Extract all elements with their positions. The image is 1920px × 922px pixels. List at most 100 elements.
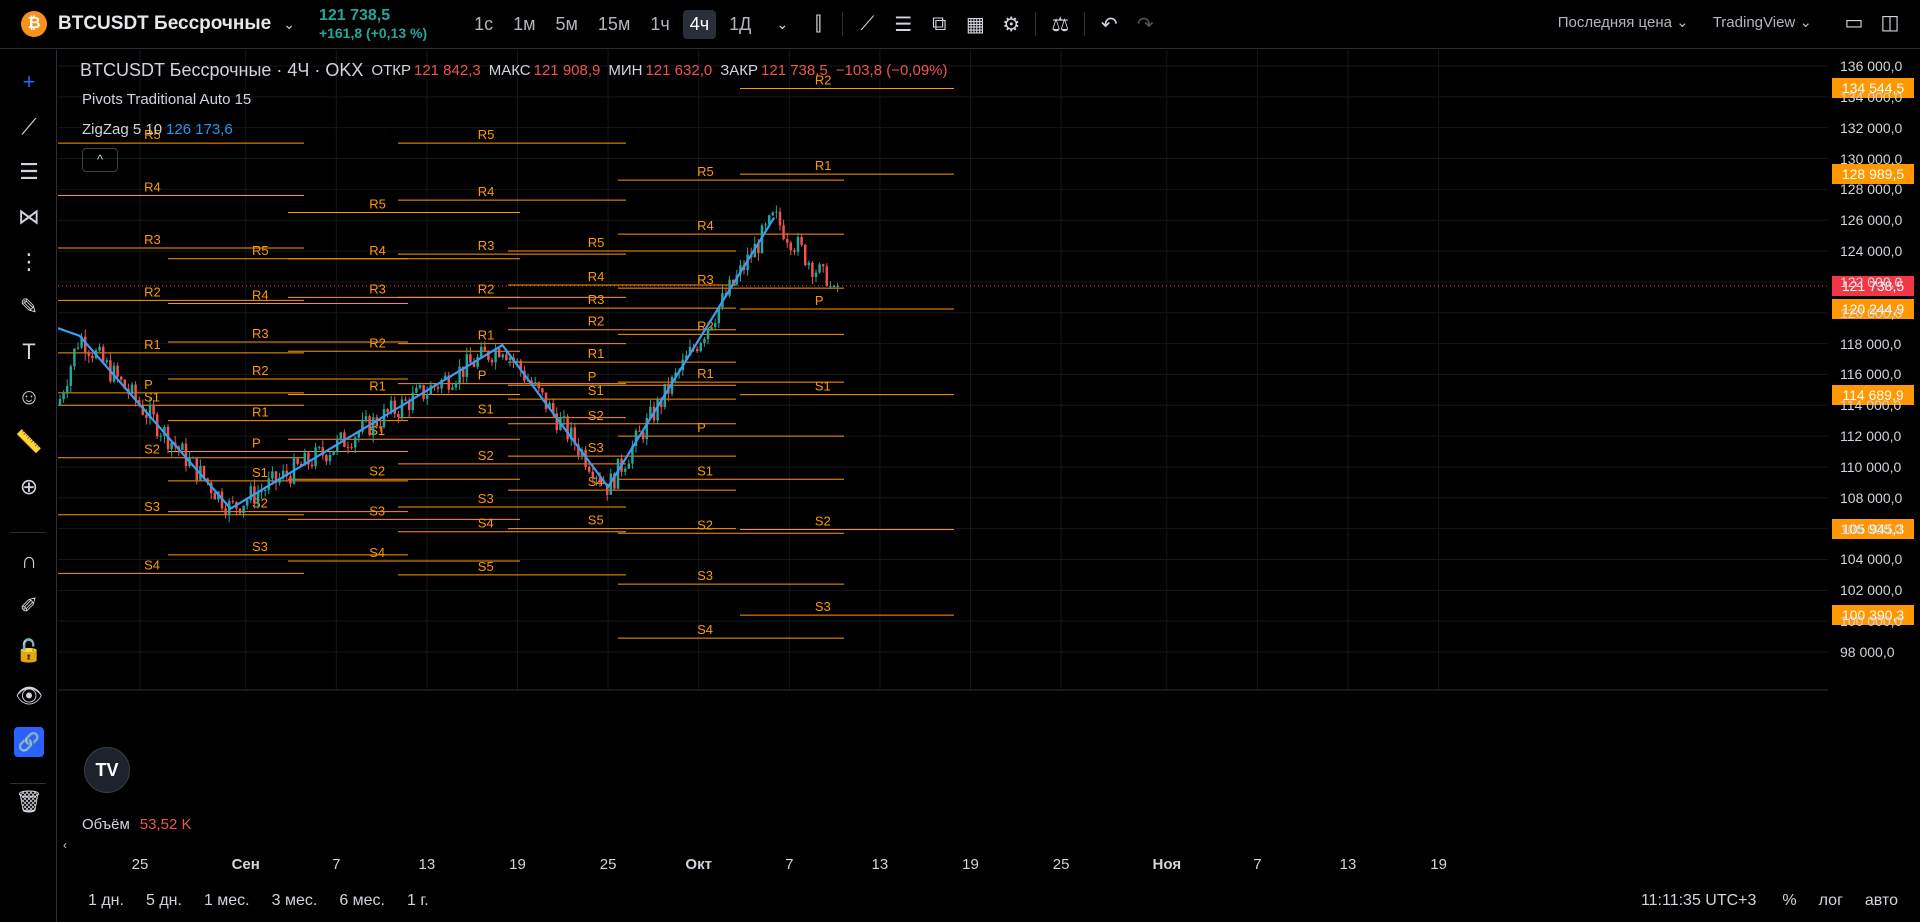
chevron-down-icon[interactable]: ⌄ — [283, 16, 295, 33]
price-axis-tick: 116 000,0 — [1840, 366, 1902, 383]
clock[interactable]: 11:11:35 UTC+3 — [1641, 892, 1756, 910]
trendline-icon[interactable]: ⟋ — [14, 112, 44, 142]
timeframe-1d[interactable]: 1Д — [722, 10, 758, 39]
timeframe-1m[interactable]: 1м — [506, 10, 542, 39]
lock-icon[interactable]: 🔓 — [14, 636, 44, 666]
brush-icon[interactable]: ✎ — [14, 292, 44, 322]
price-type-dropdown[interactable]: Последняя цена ⌄ — [1558, 13, 1689, 31]
fib-icon[interactable]: ☰ — [14, 157, 44, 187]
timeframe-1s[interactable]: 1с — [467, 10, 500, 39]
link-icon[interactable]: 🔗 — [14, 727, 44, 757]
pivot-label-r3: R3 — [697, 272, 714, 287]
price-axis-tick: 100 000,0 — [1840, 613, 1903, 630]
candle-body — [479, 346, 483, 357]
pivot-label-r3: R3 — [369, 281, 386, 296]
pivot-label-s3: S3 — [588, 440, 604, 455]
time-axis-tick: 7 — [332, 856, 341, 873]
eye-icon[interactable]: 👁 — [14, 681, 44, 711]
top-right-controls: Последняя цена ⌄ TradingView ⌄ ▭ ◫ — [1558, 0, 1920, 44]
projection-icon[interactable]: ⋮ — [14, 247, 44, 277]
price-block: 121 738,5 +161,8 (+0,13 %) — [319, 7, 427, 41]
candle-body — [821, 264, 825, 267]
timeframe-4h[interactable]: 4ч — [682, 9, 717, 39]
symbol-name[interactable]: BTCUSDT Бессрочные — [58, 13, 271, 35]
price-axis-tick: 114 000,0 — [1840, 397, 1902, 414]
pivot-label-r2: R2 — [588, 314, 605, 329]
list-icon[interactable]: ☰ — [885, 12, 921, 37]
redo-icon[interactable]: ↷ — [1127, 12, 1163, 37]
candle-body — [595, 477, 598, 479]
crosshair-icon[interactable]: + — [14, 67, 44, 97]
tradingview-logo[interactable]: TV — [84, 747, 130, 793]
pivots-indicator[interactable]: Pivots Traditional Auto 15 — [82, 91, 251, 108]
pivot-label-s2: S2 — [478, 448, 494, 463]
candle-body — [242, 505, 245, 514]
pivot-label-r5: R5 — [478, 127, 495, 142]
legend-symbol[interactable]: BTCUSDT Бессрочные · 4Ч · OKX — [80, 60, 363, 81]
legend-close: 121 738,5 — [761, 62, 828, 79]
pivot-label-r5: R5 — [697, 164, 714, 179]
fullscreen-icon[interactable]: ▭ — [1836, 10, 1872, 35]
range-6m[interactable]: 6 мес. — [339, 892, 385, 910]
legend-open: 121 842,3 — [413, 62, 481, 79]
pivot-label-p: P — [815, 293, 824, 308]
timeframe-5m[interactable]: 5м — [549, 10, 585, 39]
candle-body — [623, 468, 627, 472]
timeframe-selector: 1с 1м 5м 15м 1ч 4ч 1Д ⌄ — [467, 9, 800, 39]
price-type-label: Последняя цена — [1557, 14, 1672, 31]
candle-body — [537, 382, 541, 389]
range-1y[interactable]: 1 г. — [407, 892, 429, 910]
range-1m[interactable]: 1 мес. — [204, 892, 250, 910]
lock-drawing-icon[interactable]: ✐ — [14, 591, 44, 621]
range-1d[interactable]: 1 дн. — [88, 892, 124, 910]
candle-body — [796, 236, 800, 252]
log-toggle[interactable]: лог — [1819, 892, 1843, 910]
timeframe-1h[interactable]: 1ч — [643, 10, 676, 39]
collapse-legend-button[interactable]: ^ — [82, 148, 118, 172]
candles-icon[interactable]: ⫿ — [800, 13, 836, 36]
pivot-label-s1: S1 — [144, 389, 160, 404]
gear-icon[interactable]: ⚙ — [993, 12, 1029, 37]
candle-body — [818, 264, 821, 273]
calendar-icon[interactable]: ▦ — [957, 12, 993, 37]
undo-icon[interactable]: ↶ — [1091, 12, 1127, 37]
ruler-icon[interactable]: 📏 — [14, 427, 44, 457]
indicators-icon[interactable]: ⟋ — [849, 13, 885, 36]
candle-body — [371, 417, 375, 436]
scale-icon[interactable]: ⚖ — [1042, 12, 1078, 37]
magnet-icon[interactable]: ∩ — [14, 546, 44, 576]
pivot-label-r4: R4 — [252, 287, 269, 302]
pivot-label-s3: S3 — [369, 503, 385, 518]
candle-body — [825, 266, 829, 286]
strategy-icon[interactable]: ⧉ — [921, 13, 957, 36]
candle-body — [436, 386, 440, 389]
source-dropdown[interactable]: TradingView ⌄ — [1713, 13, 1812, 31]
candle-body — [310, 464, 314, 467]
candle-body — [418, 385, 422, 388]
time-axis-tick: 13 — [418, 856, 436, 873]
auto-toggle[interactable]: авто — [1865, 892, 1898, 910]
candle-body — [404, 399, 407, 401]
zoom-icon[interactable]: ⊕ — [14, 472, 44, 502]
timeframe-15m[interactable]: 15м — [591, 10, 637, 39]
zigzag-indicator[interactable]: ZigZag 5 10 126 173,6 — [82, 121, 233, 138]
candle-body — [533, 382, 537, 385]
divider — [842, 12, 844, 36]
trash-icon[interactable]: 🗑 — [14, 787, 44, 817]
screenshot-icon[interactable]: ◫ — [1872, 10, 1908, 35]
pivot-label-r1: R1 — [144, 337, 161, 352]
pivot-label-r5: R5 — [588, 235, 605, 250]
candle-body — [91, 355, 94, 359]
pattern-icon[interactable]: ⋈ — [14, 202, 44, 232]
candle-body — [386, 409, 389, 413]
text-icon[interactable]: T — [14, 337, 44, 367]
candle-body — [325, 455, 328, 462]
source-label: TradingView — [1712, 14, 1796, 31]
range-5d[interactable]: 5 дн. — [146, 892, 182, 910]
emoji-icon[interactable]: ☺ — [14, 382, 44, 412]
chevron-down-icon[interactable]: ⌄ — [764, 16, 800, 33]
percent-toggle[interactable]: % — [1782, 892, 1796, 910]
range-3m[interactable]: 3 мес. — [272, 892, 318, 910]
pivot-label-s1: S1 — [478, 402, 494, 417]
price-chart[interactable]: R5R4R3R2R1PS1S2S3S4R5R4R3R2R1PS1S2S3R5R4… — [58, 50, 1828, 840]
